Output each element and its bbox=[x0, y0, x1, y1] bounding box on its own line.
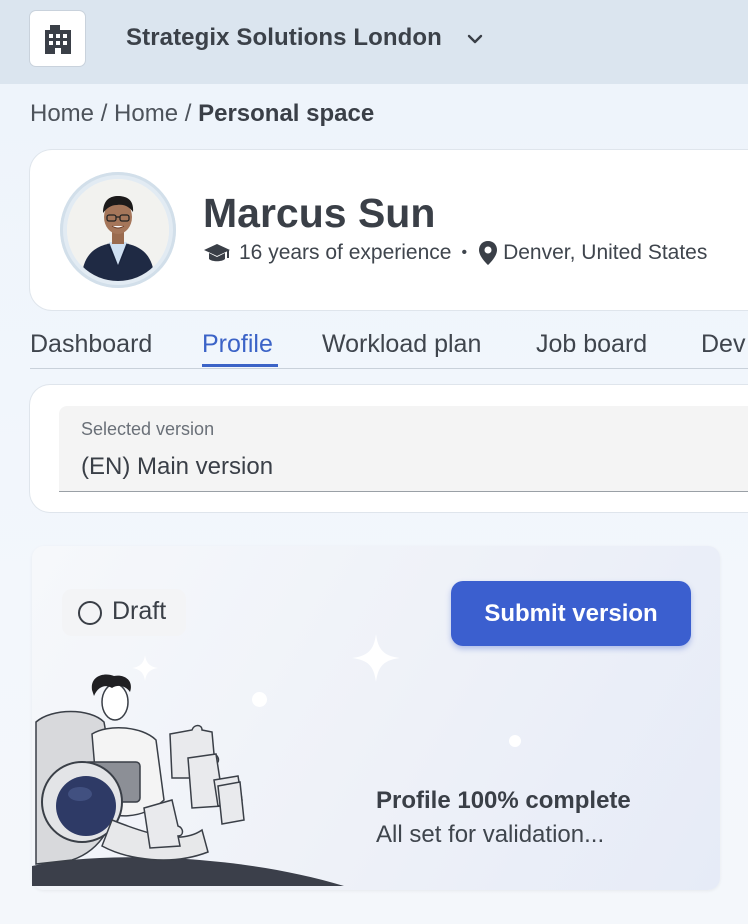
version-select-label: Selected version bbox=[81, 419, 215, 439]
org-name[interactable]: Strategix Solutions London bbox=[126, 24, 442, 52]
profile-name: Marcus Sun bbox=[203, 190, 436, 236]
completion-title: Profile 100% complete bbox=[376, 787, 631, 814]
org-logo[interactable] bbox=[30, 11, 85, 66]
profile-meta: 16 years of experience • Denver, United … bbox=[203, 240, 707, 266]
profile-experience: 16 years of experience bbox=[239, 241, 452, 264]
breadcrumb: Home / Home / Personal space bbox=[30, 100, 374, 128]
status-label: Draft bbox=[112, 597, 167, 625]
astronaut-puzzle-illustration bbox=[32, 674, 344, 886]
tab-profile[interactable]: Profile bbox=[202, 330, 273, 359]
completion-subtitle: All set for validation... bbox=[376, 821, 605, 848]
breadcrumb-current: Personal space bbox=[198, 100, 375, 127]
meta-separator: • bbox=[461, 244, 468, 261]
tab-workload-plan[interactable]: Workload plan bbox=[322, 330, 481, 359]
map-pin-icon bbox=[479, 241, 498, 265]
breadcrumb-link-home-1[interactable]: Home bbox=[30, 100, 94, 127]
version-select-value[interactable]: (EN) Main version bbox=[81, 453, 273, 481]
active-tab-indicator bbox=[202, 364, 278, 367]
profile-location: Denver, United States bbox=[503, 241, 708, 264]
sparkle-icon bbox=[352, 634, 400, 682]
decorative-dot bbox=[509, 735, 521, 747]
building-icon bbox=[44, 24, 71, 54]
tab-bar: Dashboard Profile Workload plan Job boar… bbox=[30, 330, 748, 369]
breadcrumb-separator: / bbox=[100, 100, 108, 127]
tab-job-board[interactable]: Job board bbox=[536, 330, 647, 359]
draft-status-icon bbox=[78, 601, 102, 625]
breadcrumb-link-home-2[interactable]: Home bbox=[114, 100, 178, 127]
breadcrumb-separator: / bbox=[184, 100, 192, 127]
tab-dashboard[interactable]: Dashboard bbox=[30, 330, 152, 359]
avatar-photo bbox=[67, 179, 169, 281]
graduation-cap-icon bbox=[204, 244, 230, 262]
submit-version-button[interactable]: Submit version bbox=[451, 581, 691, 646]
tab-dev[interactable]: Dev bbox=[701, 330, 745, 359]
avatar[interactable] bbox=[67, 179, 169, 281]
chevron-down-icon[interactable] bbox=[466, 30, 484, 48]
